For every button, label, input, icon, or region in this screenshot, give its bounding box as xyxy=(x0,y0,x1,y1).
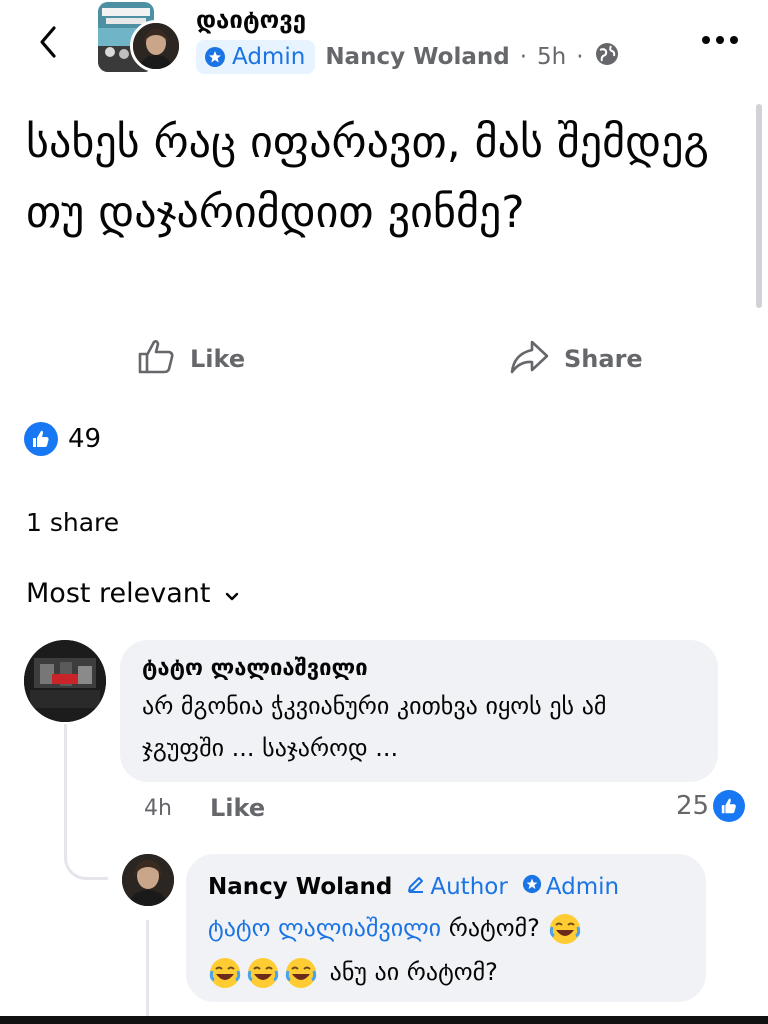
comment-like-button[interactable]: Like xyxy=(210,794,265,822)
thread-line xyxy=(64,830,108,880)
admin-badge: Admin xyxy=(196,40,316,74)
laughing-emoji-icon xyxy=(208,956,242,990)
share-count[interactable]: 1 share xyxy=(26,508,119,537)
mention-link[interactable]: ტატო ლალიაშვილი xyxy=(208,914,441,942)
reply-header: Nancy Woland Author Admin xyxy=(208,874,684,900)
reaction-summary[interactable]: 49 xyxy=(24,422,101,456)
author-avatar[interactable] xyxy=(130,20,182,72)
scrollbar[interactable] xyxy=(756,104,762,308)
commenter-name[interactable]: ტატო ლალიაშვილი xyxy=(142,656,696,681)
post-header: დაიტოვე Admin Nancy Woland · 5h · xyxy=(0,0,768,90)
comment-time[interactable]: 4h xyxy=(144,796,172,821)
globe-icon xyxy=(594,41,620,73)
reply-bubble: Nancy Woland Author Admin ტატო ლალიაშვილ… xyxy=(186,854,706,1002)
separator-dot: · xyxy=(519,44,527,70)
pencil-icon xyxy=(406,874,426,900)
reply-text-part: ანუ აი რატომ? xyxy=(329,958,498,986)
share-arrow-icon xyxy=(508,336,550,382)
share-button[interactable]: Share xyxy=(508,336,643,382)
admin-star-icon xyxy=(204,46,226,68)
like-button[interactable]: Like xyxy=(136,336,245,382)
post-text: სახეს რაც იფარავთ, მას შემდეგ თუ დაჯარიმ… xyxy=(26,117,709,238)
back-arrow-icon[interactable] xyxy=(30,22,70,62)
comment-reaction-number: 25 xyxy=(676,791,710,821)
chevron-down-icon xyxy=(225,578,239,609)
like-reaction-icon xyxy=(713,790,746,822)
reaction-count: 49 xyxy=(68,424,102,454)
comment-text: არ მგონია ჭკვიანური კითხვა იყოს ეს ამ ჯგ… xyxy=(142,692,607,762)
comment-bubble: ტატო ლალიაშვილი არ მგონია ჭკვიანური კითხ… xyxy=(120,640,718,782)
like-reaction-icon xyxy=(24,422,58,456)
group-name[interactable]: დაიტოვე xyxy=(196,6,306,34)
commenter-avatar[interactable] xyxy=(24,640,106,722)
thread-line xyxy=(146,920,149,1024)
reply-author-avatar[interactable] xyxy=(122,854,174,906)
share-label: Share xyxy=(564,345,643,373)
post-meta: Admin Nancy Woland · 5h · xyxy=(196,40,620,74)
more-options-icon[interactable] xyxy=(698,28,742,52)
admin-star-icon xyxy=(522,874,542,900)
post-time[interactable]: 5h xyxy=(537,44,566,70)
laughing-emoji-icon xyxy=(246,956,280,990)
bottom-edge xyxy=(0,1016,768,1024)
admin-badge-label: Admin xyxy=(545,874,620,900)
admin-badge-label: Admin xyxy=(232,44,306,70)
reply-text: ტატო ლალიაშვილი რატომ? ანუ აი რატომ? xyxy=(208,906,684,994)
author-badge-label: Author xyxy=(430,874,508,900)
like-label: Like xyxy=(190,345,246,373)
thumbs-up-icon xyxy=(136,336,176,382)
laughing-emoji-icon xyxy=(284,956,318,990)
comment-reaction-count[interactable]: 25 xyxy=(676,790,746,822)
author-name[interactable]: Nancy Woland xyxy=(325,44,509,70)
admin-badge: Admin xyxy=(522,874,619,900)
separator-dot: · xyxy=(576,44,584,70)
sort-label: Most relevant xyxy=(26,578,211,609)
author-badge: Author xyxy=(406,874,508,900)
comment-sort-dropdown[interactable]: Most relevant xyxy=(26,578,239,609)
reply-author-name[interactable]: Nancy Woland xyxy=(208,874,392,900)
reply-text-part: რატომ? xyxy=(441,914,548,942)
laughing-emoji-icon xyxy=(548,912,582,946)
